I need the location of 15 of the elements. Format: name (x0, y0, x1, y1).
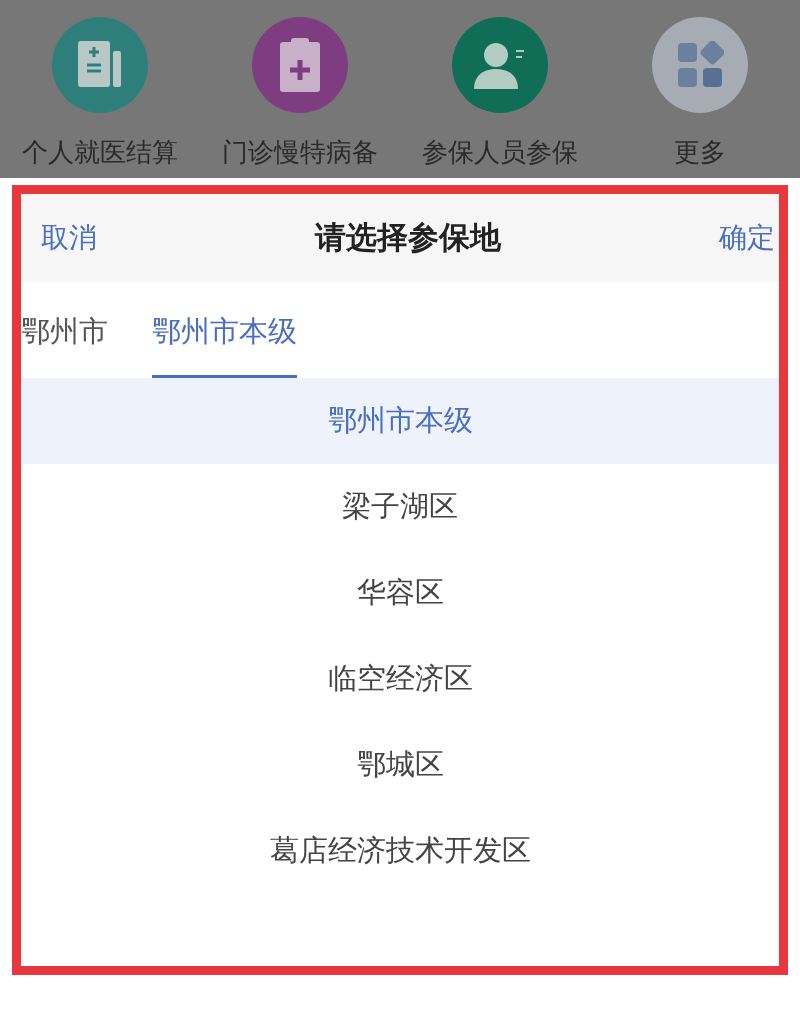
service-label: 参保人员参保 (422, 136, 578, 169)
service-label: 门诊慢特病备 (222, 136, 378, 169)
service-label: 更多 (674, 136, 726, 169)
service-label: 个人就医结算 (22, 136, 178, 169)
region-option[interactable]: 鄂州市本级 (21, 378, 779, 464)
cancel-button[interactable]: 取消 (41, 219, 97, 257)
confirm-button[interactable]: 确定 (719, 219, 775, 257)
region-tab[interactable]: 鄂州市 (21, 288, 108, 378)
picker-title: 请选择参保地 (315, 218, 501, 257)
grid-icon (676, 41, 724, 89)
region-option[interactable]: 葛店经济技术开发区 (21, 808, 779, 894)
region-option[interactable]: 临空经济区 (21, 636, 779, 722)
region-option[interactable]: 鄂城区 (21, 722, 779, 808)
region-option[interactable]: 华容区 (21, 550, 779, 636)
region-option[interactable]: 梁子湖区 (21, 464, 779, 550)
